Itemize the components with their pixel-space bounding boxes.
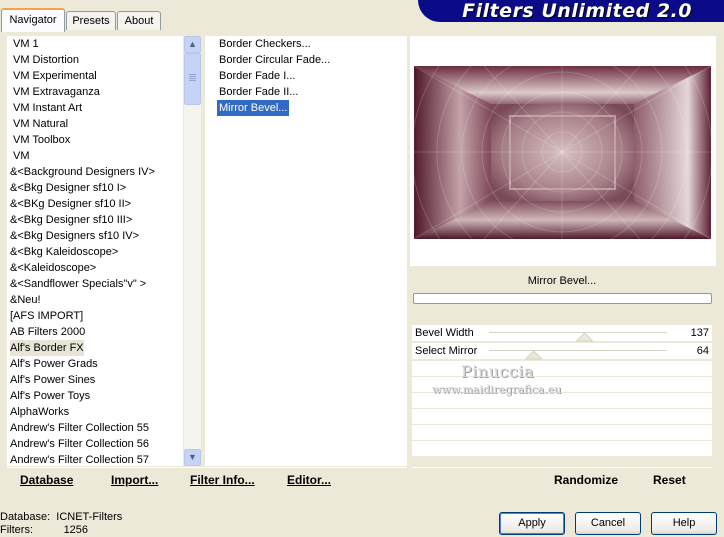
category-item[interactable]: &<Background Designers IV> [10, 164, 155, 180]
category-item[interactable]: VM Natural [13, 116, 68, 132]
empty-param-row [412, 409, 712, 425]
category-item[interactable]: &<Kaleidoscope> [10, 260, 96, 276]
database-value: ICNET-Filters [56, 511, 123, 523]
app-banner: Filters Unlimited 2.0 [418, 0, 724, 22]
help-button[interactable]: Help [651, 512, 717, 535]
category-item[interactable]: VM [13, 148, 30, 164]
tab-navigator[interactable]: Navigator [1, 8, 65, 32]
scroll-up-button[interactable]: ▲ [184, 36, 201, 53]
database-label: Database: [0, 511, 51, 523]
category-item[interactable]: Alf's Power Sines [10, 372, 95, 388]
chevron-down-icon: ▼ [188, 452, 197, 462]
tab-presets[interactable]: Presets [66, 11, 116, 30]
reset-button[interactable]: Reset [653, 473, 686, 487]
filter-item[interactable]: Border Fade I... [217, 68, 297, 84]
cancel-button[interactable]: Cancel [575, 512, 641, 535]
category-item[interactable]: &<Bkg Designers sf10 IV> [10, 228, 139, 244]
slider-thumb[interactable] [575, 332, 594, 342]
slider-thumb[interactable] [524, 350, 543, 360]
category-item[interactable]: Alf's Border FX [10, 340, 84, 356]
selected-filter-title: Mirror Bevel... [412, 269, 712, 293]
empty-param-row [412, 425, 712, 441]
filters-label: Filters: [0, 524, 33, 536]
tab-about[interactable]: About [117, 11, 161, 30]
category-item[interactable]: Andrew's Filter Collection 57 [10, 452, 149, 468]
category-item[interactable]: &<BKg Designer sf10 II> [10, 196, 131, 212]
category-item[interactable]: VM 1 [13, 36, 39, 52]
category-item[interactable]: VM Toolbox [13, 132, 70, 148]
database-button[interactable]: Database [20, 473, 73, 487]
category-item[interactable]: &<Bkg Designer sf10 III> [10, 212, 132, 228]
category-item[interactable]: VM Extravaganza [13, 84, 100, 100]
category-scrollbar[interactable]: ▲ ▼ [184, 36, 201, 466]
category-item[interactable]: &<Bkg Kaleidoscope> [10, 244, 118, 260]
preview-image [414, 66, 711, 239]
category-list[interactable]: VM 1 VM Distortion VM Experimental VM Extra… [7, 36, 183, 466]
category-item[interactable]: [AFS IMPORT] [10, 308, 83, 324]
category-item[interactable]: AB Filters 2000 [10, 324, 85, 340]
category-item[interactable]: VM Instant Art [13, 100, 82, 116]
apply-button[interactable]: Apply [499, 512, 565, 535]
filter-list[interactable]: Border Checkers... Border Circular Fade..… [205, 36, 407, 466]
slider-thumbs[interactable] [412, 325, 712, 365]
database-info: Database: ICNET-Filters Filters: 1256 [0, 511, 122, 537]
randomize-button[interactable]: Randomize [554, 473, 618, 487]
category-item[interactable]: Alf's Power Toys [10, 388, 90, 404]
category-item[interactable]: Alf's Power Grads [10, 356, 98, 372]
category-item[interactable]: &<Sandflower Specials"v" > [10, 276, 146, 292]
category-item[interactable]: Andrew's Filter Collection 56 [10, 436, 149, 452]
filter-item[interactable]: Border Fade II... [217, 84, 300, 100]
filter-item[interactable]: Border Circular Fade... [217, 52, 332, 68]
scroll-down-button[interactable]: ▼ [184, 449, 201, 466]
editor-button[interactable]: Editor... [287, 473, 331, 487]
filter-info-button[interactable]: Filter Info... [190, 473, 255, 487]
filter-item[interactable]: Mirror Bevel... [217, 100, 290, 116]
filter-item[interactable]: Border Checkers... [217, 36, 313, 52]
category-item[interactable]: VM Experimental [13, 68, 97, 84]
filters-count: 1256 [63, 524, 89, 536]
empty-param-row [412, 441, 712, 457]
watermark-url: www.maidiregrafica.eu [432, 383, 562, 396]
app-title: Filters Unlimited 2.0 [462, 0, 692, 22]
progress-bar [413, 293, 712, 304]
watermark-name: Pinuccia [461, 362, 535, 381]
import-button[interactable]: Import... [111, 473, 158, 487]
category-item[interactable]: &<Bkg Designer sf10 I> [10, 180, 126, 196]
chevron-up-icon: ▲ [188, 39, 197, 49]
category-item[interactable]: AlphaWorks [10, 404, 69, 420]
category-item[interactable]: Andrew's Filter Collection 55 [10, 420, 149, 436]
category-item[interactable]: &Neu! [10, 292, 41, 308]
scroll-thumb[interactable] [184, 53, 201, 105]
category-item[interactable]: VM Distortion [13, 52, 79, 68]
